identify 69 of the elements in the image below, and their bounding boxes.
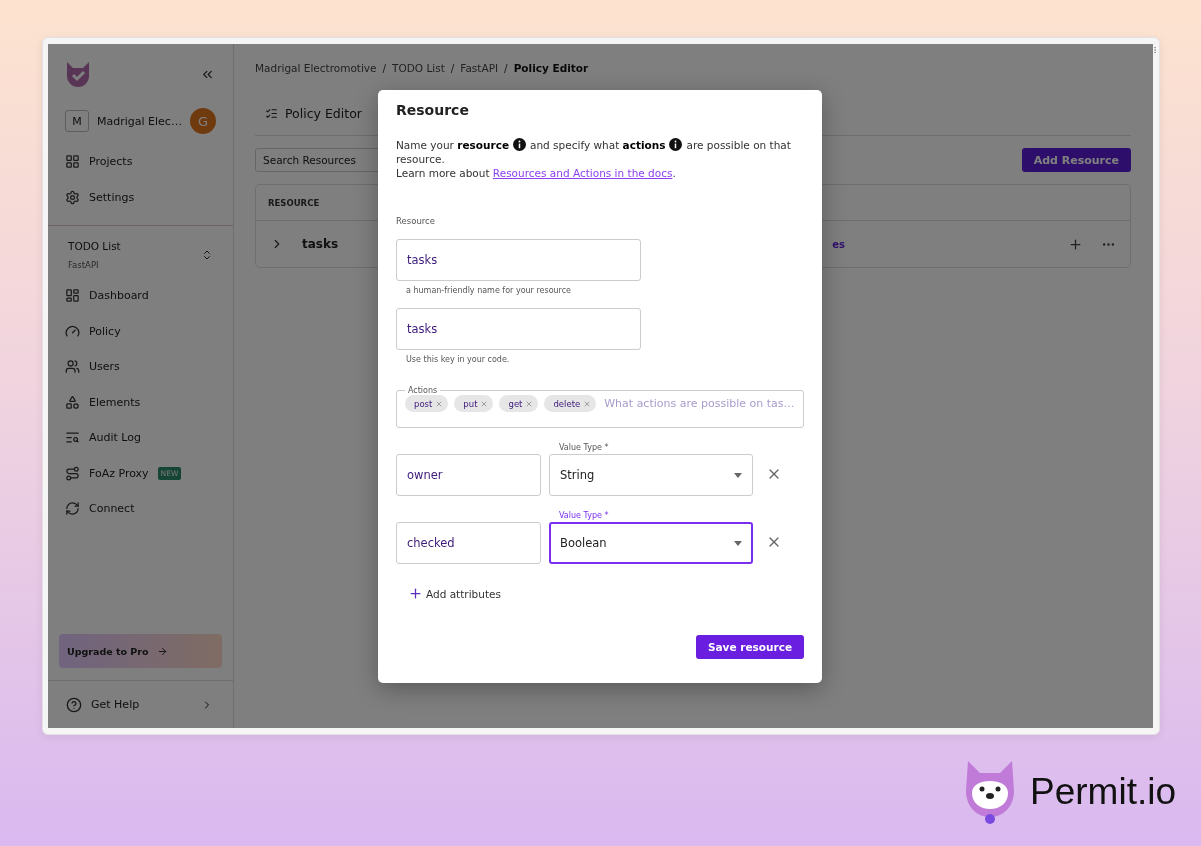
attribute-name-input[interactable]: checked bbox=[396, 522, 541, 564]
more-icon[interactable] bbox=[1151, 46, 1159, 54]
action-chip[interactable]: put bbox=[454, 395, 494, 412]
table-cell-text: tasks bbox=[302, 237, 340, 251]
attribute-name-input[interactable]: owner bbox=[396, 454, 541, 496]
nav-icon bbox=[65, 430, 80, 446]
upgrade-button[interactable]: Upgrade to Pro bbox=[59, 634, 222, 668]
breadcrumb-separator: / bbox=[504, 62, 508, 74]
helper-text: Use this key in your code. bbox=[406, 355, 511, 364]
value-type-label: Value Type * bbox=[559, 443, 610, 452]
nav-item[interactable]: Users bbox=[48, 349, 233, 385]
help-item[interactable]: Get Help bbox=[48, 680, 233, 728]
nav-icon bbox=[65, 501, 80, 517]
nav-item[interactable]: Projects bbox=[48, 144, 233, 180]
breadcrumb-link[interactable]: Policy Editor bbox=[513, 62, 589, 74]
nav-item[interactable]: Settings bbox=[48, 179, 233, 215]
name-input[interactable]: tasks bbox=[396, 239, 641, 281]
breadcrumb-separator: / bbox=[450, 62, 455, 74]
helper-text: a human-friendly name for your resource bbox=[406, 286, 573, 295]
dog-logo-icon bbox=[964, 759, 1016, 825]
nav-item[interactable]: Elements bbox=[48, 384, 233, 420]
actions-field[interactable]: Actions post put get delete What actions are possible on tas… bbox=[396, 386, 804, 428]
nav-icon bbox=[65, 288, 80, 304]
add-icon[interactable] bbox=[1068, 236, 1083, 252]
org-initial[interactable]: M bbox=[65, 110, 89, 132]
project-name[interactable]: TODO List bbox=[68, 240, 121, 252]
nav-item[interactable]: Dashboard bbox=[48, 278, 233, 314]
environment-name: FastAPI bbox=[68, 260, 100, 270]
actions-placeholder: What actions are possible on tas… bbox=[604, 397, 795, 410]
value-type-label: Value Type * bbox=[559, 511, 610, 520]
action-chip[interactable]: post bbox=[405, 395, 449, 412]
add-attributes-button[interactable]: Add attributes bbox=[408, 586, 501, 601]
breadcrumb-link[interactable]: FastAPI bbox=[460, 62, 499, 74]
brand-name: Permit.io bbox=[1030, 771, 1176, 813]
value-type-select[interactable]: String bbox=[549, 454, 753, 496]
column-header: RESOURCE bbox=[268, 197, 320, 208]
nav-item[interactable]: Policy bbox=[48, 313, 233, 349]
dialog-title: Resource bbox=[396, 102, 470, 118]
table-link[interactable]: es bbox=[832, 238, 845, 250]
add-resource-button[interactable]: Add Resource bbox=[1021, 148, 1131, 172]
switch-icon[interactable] bbox=[201, 249, 213, 261]
nav-icon bbox=[65, 359, 80, 375]
breadcrumb-link[interactable]: Madrigal Electromotive bbox=[255, 62, 377, 74]
policy-editor-tab[interactable]: Policy Editor bbox=[265, 96, 362, 121]
nav-item[interactable]: Audit Log bbox=[48, 420, 233, 456]
info-icon[interactable] bbox=[513, 138, 527, 151]
dropdown-caret-icon bbox=[734, 472, 742, 478]
breadcrumb-separator: / bbox=[382, 62, 387, 74]
info-icon[interactable] bbox=[669, 138, 683, 151]
arrow-right-icon bbox=[156, 645, 168, 657]
section-label: Resource bbox=[396, 216, 436, 226]
dropdown-caret-icon bbox=[734, 540, 742, 546]
nav-item[interactable]: Connect bbox=[48, 491, 233, 527]
nav-icon bbox=[65, 394, 80, 410]
key-input[interactable]: tasks bbox=[396, 308, 641, 350]
nav-icon bbox=[65, 465, 80, 481]
action-chip[interactable]: delete bbox=[544, 395, 597, 412]
grid-icon bbox=[65, 154, 80, 170]
save-resource-button[interactable]: Save resource bbox=[695, 635, 804, 659]
breadcrumb-link[interactable]: TODO List bbox=[392, 62, 445, 74]
nav-icon bbox=[65, 323, 80, 339]
settings-icon bbox=[65, 189, 80, 205]
action-chip[interactable]: get bbox=[499, 395, 539, 412]
org-name[interactable]: Madrigal Elec… bbox=[97, 114, 182, 128]
cat-logo-icon bbox=[64, 60, 92, 88]
help-icon bbox=[66, 696, 82, 713]
value-type-select[interactable]: Boolean bbox=[549, 522, 753, 564]
plus-icon bbox=[408, 586, 423, 601]
list-check-icon bbox=[265, 107, 278, 120]
